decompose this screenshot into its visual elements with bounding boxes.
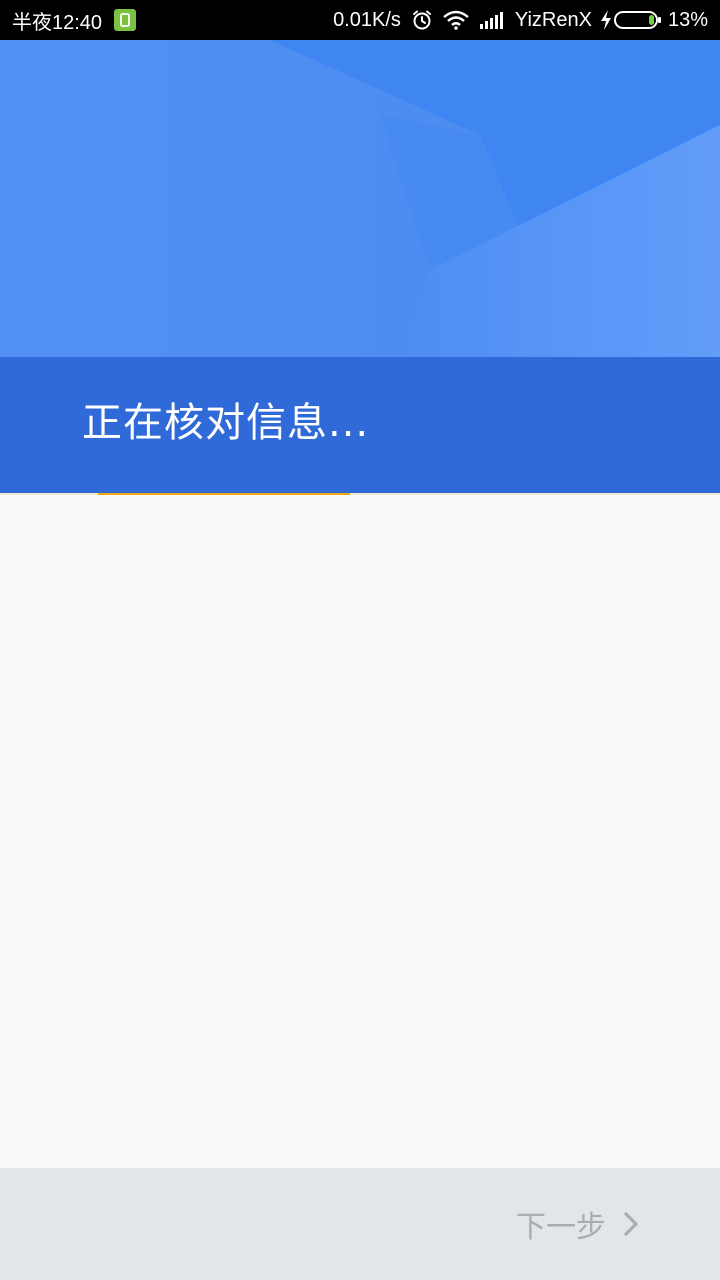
next-step-label: 下一步	[516, 1210, 606, 1245]
wifi-icon	[443, 10, 469, 30]
bottom-bar: 下一步	[0, 1168, 720, 1280]
next-step-button[interactable]: 下一步	[516, 1204, 638, 1245]
progress-bar-fill	[98, 493, 350, 495]
signal-icon	[479, 11, 505, 29]
chevron-right-icon	[624, 1212, 638, 1236]
status-bar: 半夜12:40 0.01K/s YizRenX 13%	[0, 0, 720, 40]
carrier-name: YizRenX	[514, 8, 592, 31]
status-bar-left: 半夜12:40	[12, 0, 137, 40]
network-speed: 0.01K/s	[333, 8, 401, 31]
charging-icon	[600, 10, 612, 30]
header-background	[0, 40, 720, 360]
battery-level: 13%	[667, 8, 708, 31]
page-title: 正在核对信息...	[82, 400, 370, 446]
app-notification-icon	[114, 9, 137, 31]
header-banner: 正在核对信息...	[0, 40, 720, 495]
alarm-icon	[411, 9, 433, 31]
battery-icon	[613, 10, 662, 30]
status-bar-right: 0.01K/s YizRenX 13%	[333, 0, 708, 40]
progress-bar	[0, 493, 720, 495]
screen: 半夜12:40 0.01K/s YizRenX 13% 正在核对信息... 下一…	[0, 0, 720, 1280]
status-time: 半夜12:40	[12, 11, 103, 34]
content-area	[0, 498, 720, 1168]
